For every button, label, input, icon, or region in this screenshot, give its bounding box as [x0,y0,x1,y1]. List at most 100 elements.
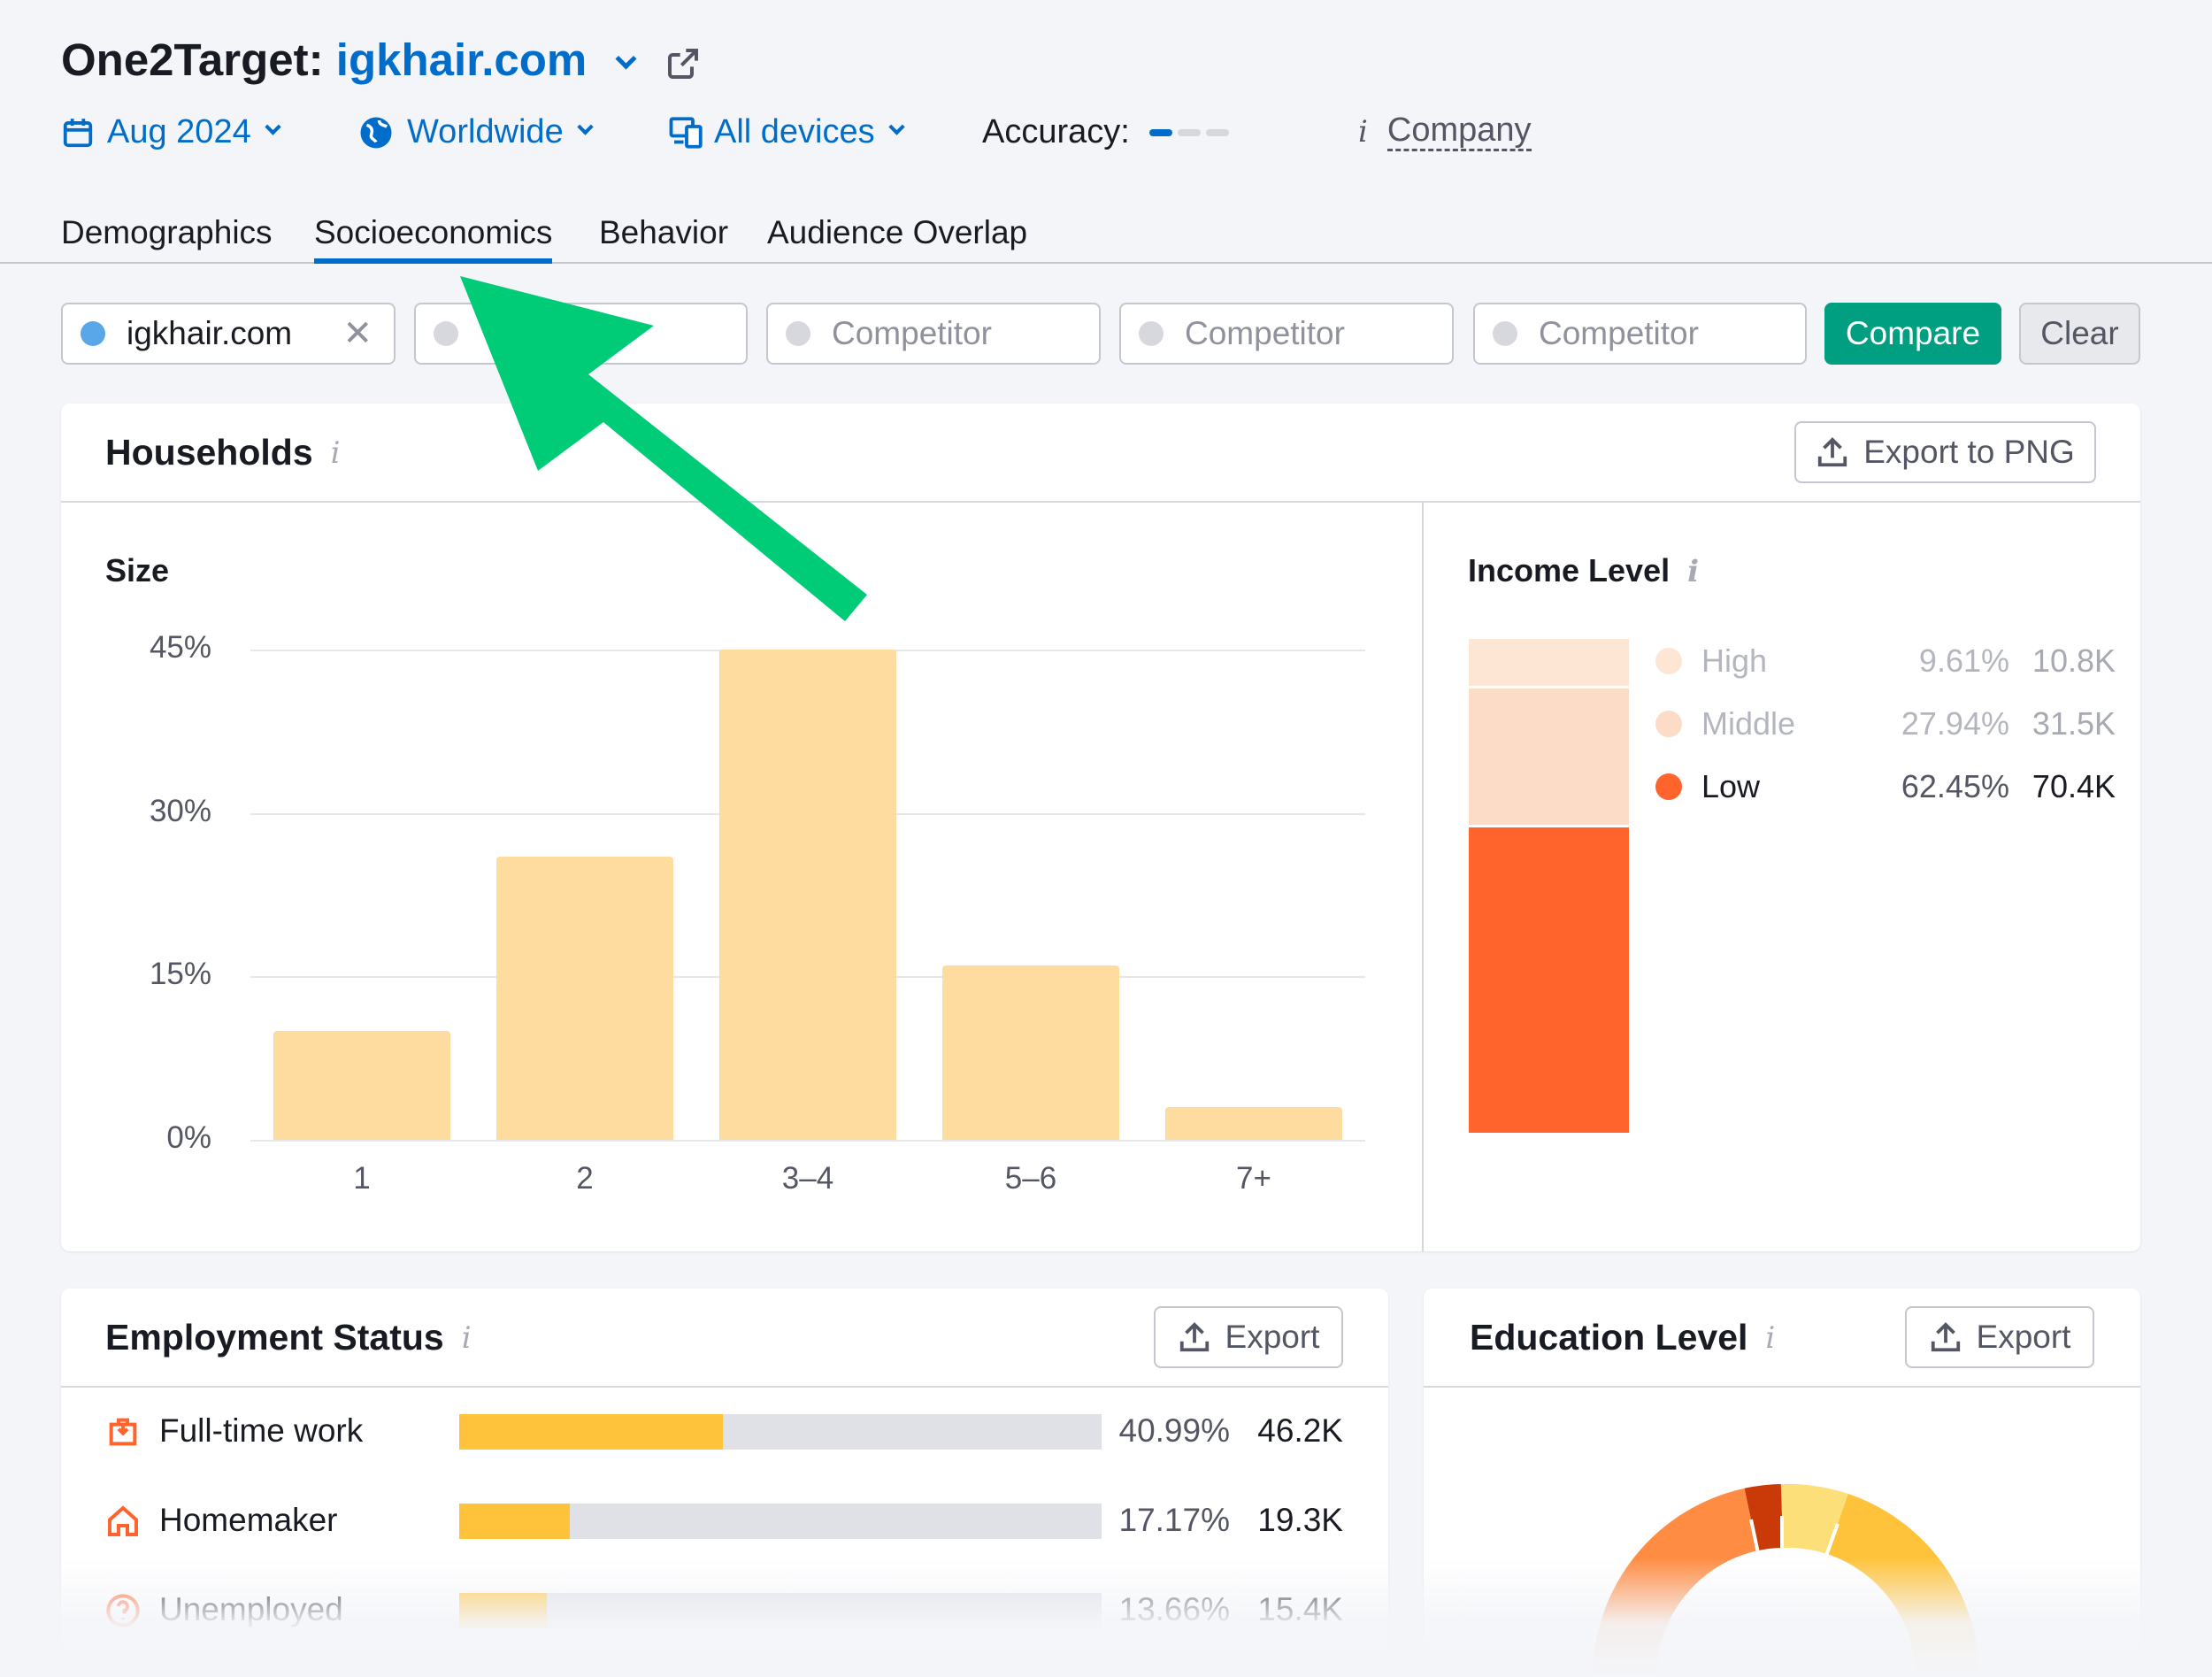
date-filter[interactable]: Aug 2024 [61,113,281,151]
y-tick-label: 30% [149,793,211,828]
export-button[interactable]: Export [1905,1306,2094,1368]
divider [1422,501,1424,1251]
compare-button[interactable]: Compare [1824,303,2001,365]
domain-input-value: igkhair.com [127,315,293,351]
upload-icon [1818,437,1847,467]
income-segment-high[interactable] [1469,639,1629,687]
tab-bar: Demographics Socioeconomics Behavior Aud… [0,205,2212,264]
chart-bar[interactable] [719,650,896,1140]
tab-demographics[interactable]: Demographics [61,214,273,251]
x-tick-label: 2 [576,1161,594,1196]
x-tick-label: 7+ [1236,1161,1271,1196]
income-legend-row[interactable]: Low 62.45% 70.4K [1655,765,2116,809]
competitor-input-1[interactable] [414,303,748,365]
y-tick-label: 15% [149,957,211,992]
bottom-fade-overlay [0,1558,2212,1677]
education-header: Education Level i [1470,1317,1775,1358]
home-icon [105,1504,141,1539]
employment-label: Full-time work [159,1412,364,1449]
export-label: Export [1976,1319,2071,1355]
donut-segment [1744,1484,1784,1551]
external-link-icon[interactable] [665,46,701,81]
company-label: Company [1386,112,1532,151]
competitor-dot [1139,321,1164,346]
info-icon: i [1358,114,1368,150]
progress-fill [459,1414,723,1450]
accuracy-meter [1148,128,1229,136]
legend-percent: 62.45% [1901,768,2009,804]
x-tick-label: 5–6 [1004,1161,1057,1196]
legend-count: 70.4K [2032,768,2116,804]
upload-icon [1931,1322,1960,1352]
employment-row[interactable]: Full-time work 40.99% 46.2K [61,1404,1388,1460]
domain-color-dot [81,321,105,346]
export-png-label: Export to PNG [1863,434,2075,470]
tab-behavior[interactable]: Behavior [599,214,728,251]
income-title: Income Level i [1468,552,1700,589]
competitor-dot [1493,321,1517,346]
legend-dot [1655,773,1682,800]
divider [1424,1386,2140,1388]
x-tick-label: 1 [353,1161,371,1196]
progress-fill [459,1504,570,1539]
info-icon[interactable]: i [1765,1320,1775,1356]
households-card: Households i Export to PNG Size 0% 15% 30%… [61,404,2140,1251]
legend-percent: 9.61% [1918,642,2009,679]
tab-socioeconomics[interactable]: Socioeconomics [314,214,553,264]
devices-filter-label: All devices [714,113,875,150]
info-icon[interactable]: i [1687,554,1699,589]
accuracy-indicator: Accuracy: [982,113,1229,151]
chevron-down-icon [577,119,594,135]
competitor-input-4[interactable]: Competitor [1473,303,1807,365]
legend-dot [1655,648,1682,674]
domain-input[interactable]: igkhair.com ✕ [61,303,396,365]
company-link[interactable]: i Company [1358,112,1532,151]
legend-dot [1655,711,1682,737]
income-segment-middle[interactable] [1469,688,1629,826]
y-tick-label: 45% [149,630,211,665]
size-chart: 0% 15% 30% 45% 1 2 3–4 5–6 7+ [61,404,1422,1251]
income-legend-row[interactable]: High 9.61% 10.8K [1655,639,2116,683]
export-png-button[interactable]: Export to PNG [1794,421,2096,483]
employment-percent: 40.99% [1118,1412,1231,1449]
clear-domain-icon[interactable]: ✕ [342,313,373,354]
region-filter[interactable]: Worldwide [357,113,594,151]
employment-count: 19.3K [1257,1502,1343,1538]
competitor-input-2[interactable]: Competitor [766,303,1101,365]
devices-filter[interactable]: All devices [668,113,905,151]
globe-icon [360,117,392,148]
employment-row[interactable]: Homemaker 17.17% 19.3K [61,1493,1388,1550]
chart-bar[interactable] [496,856,673,1140]
gridline [250,1140,1365,1142]
income-legend-row[interactable]: Middle 27.94% 31.5K [1655,702,2116,746]
competitor-placeholder: Competitor [1539,315,1699,351]
competitor-placeholder: Competitor [832,315,992,351]
income-stacked-bar [1469,639,1629,1133]
chevron-down-icon [265,119,281,135]
legend-label: Low [1701,768,1761,804]
calendar-icon [63,118,93,147]
chart-bar[interactable] [942,965,1119,1140]
progress-track [459,1504,1102,1539]
tab-audience-overlap[interactable]: Audience Overlap [767,214,1027,251]
y-tick-label: 0% [166,1120,211,1155]
legend-count: 31.5K [2032,705,2116,742]
employment-label: Homemaker [159,1502,338,1538]
chart-bar[interactable] [1165,1107,1342,1140]
title-prefix: One2Target: [61,35,324,85]
legend-count: 10.8K [2032,642,2116,679]
legend-label: Middle [1701,705,1796,742]
legend-percent: 27.94% [1901,705,2009,742]
competitor-dot [434,321,458,346]
accuracy-label: Accuracy: [982,113,1130,150]
x-tick-label: 3–4 [781,1161,834,1196]
clear-button[interactable]: Clear [2019,303,2140,365]
briefcase-icon [105,1414,141,1450]
competitor-placeholder: Competitor [1185,315,1345,351]
domain-selector[interactable]: igkhair.com [336,35,587,85]
chart-bar[interactable] [273,1030,450,1140]
competitor-input-3[interactable]: Competitor [1119,303,1454,365]
chevron-down-icon[interactable] [615,48,637,70]
employment-percent: 17.17% [1118,1502,1231,1538]
income-segment-low[interactable] [1469,827,1629,1133]
